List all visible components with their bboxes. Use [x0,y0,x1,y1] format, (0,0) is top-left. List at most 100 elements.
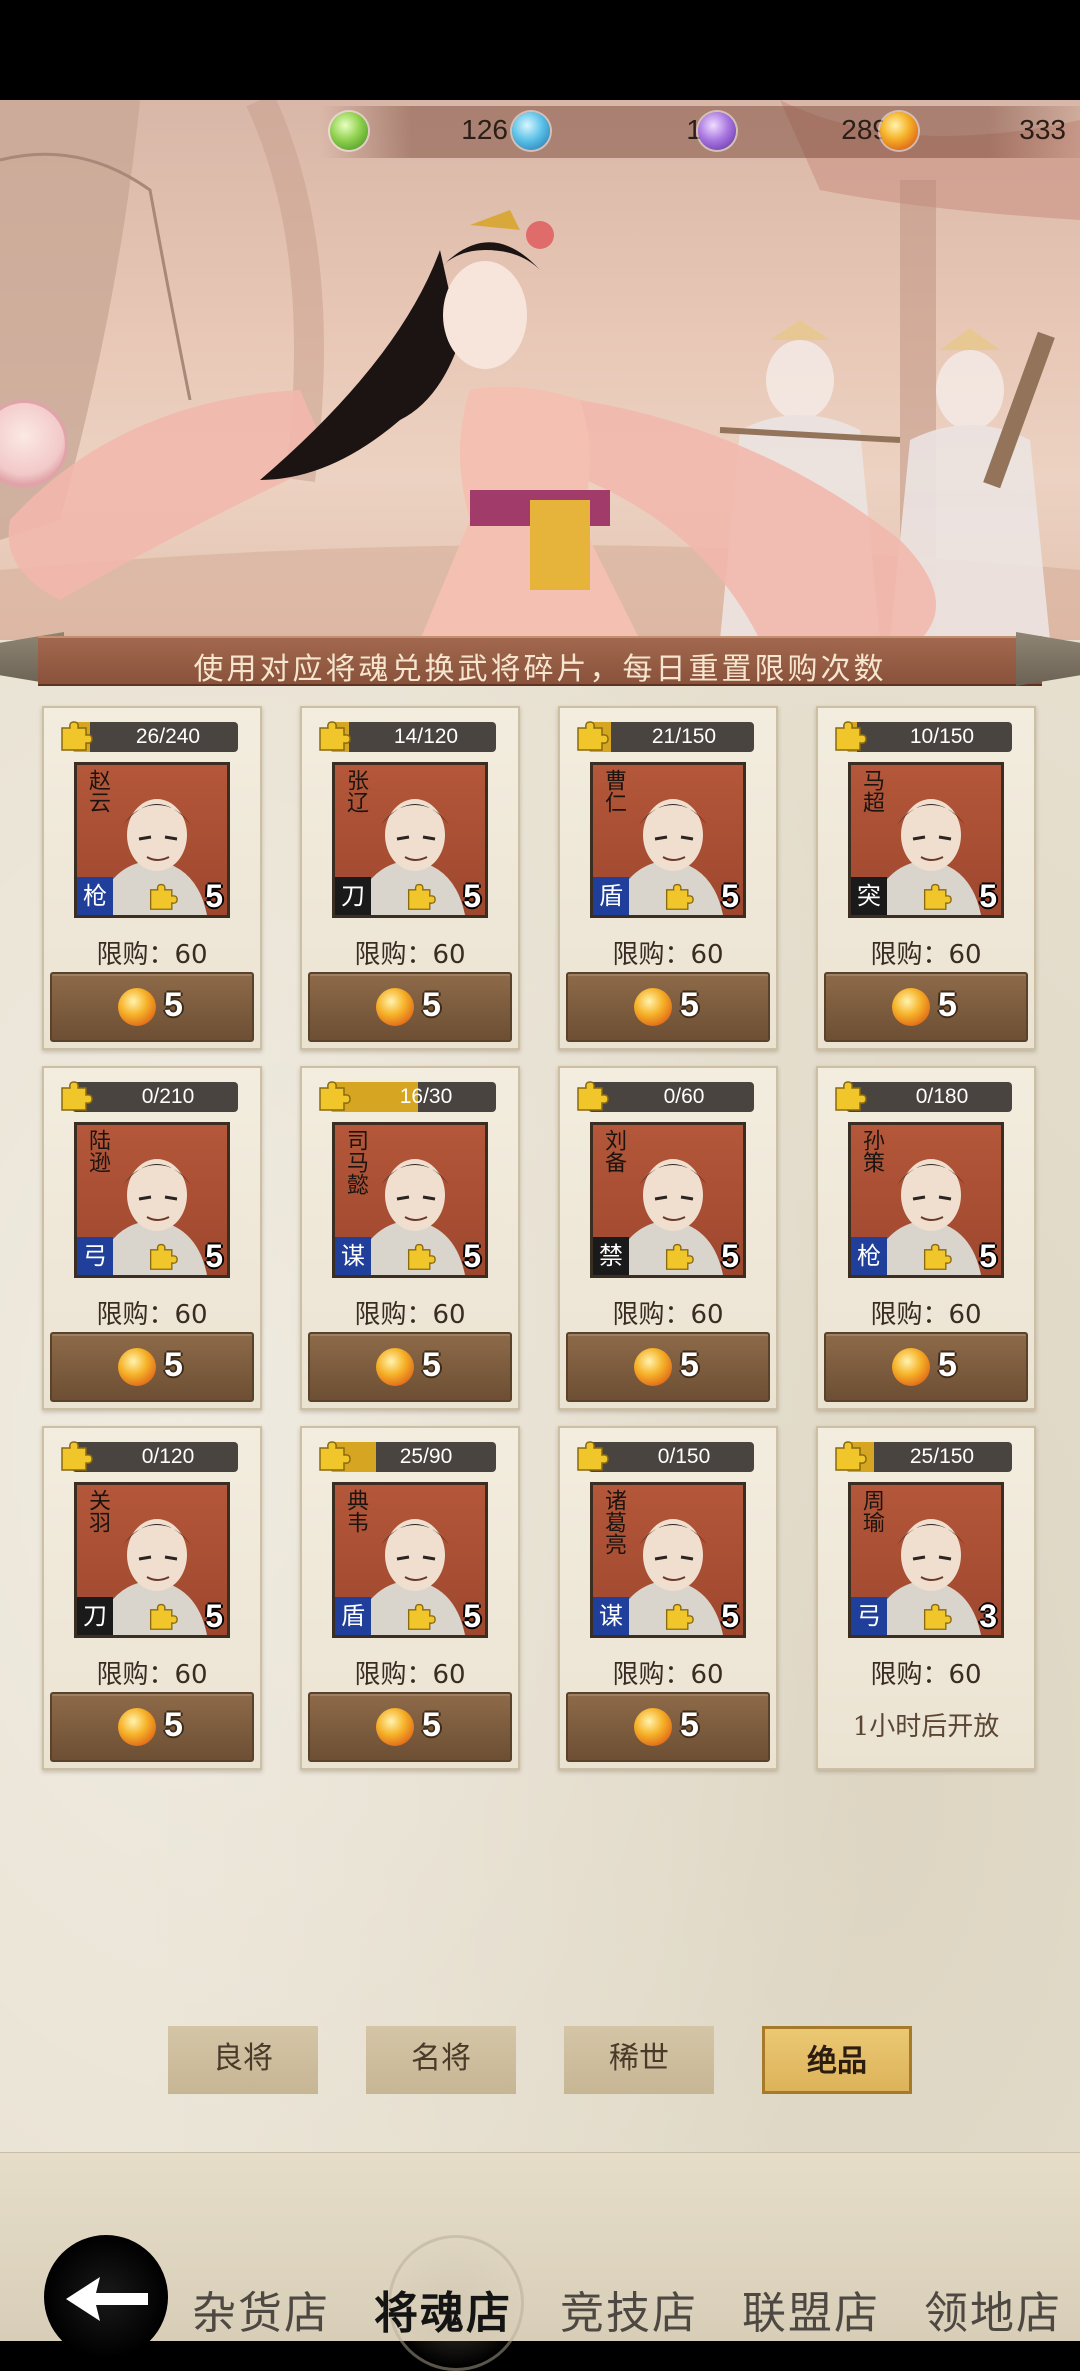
purchase-limit: 限购：60 [870,1300,982,1330]
hero-portrait[interactable]: 张辽刀 5 [332,762,488,918]
buy-button[interactable]: 5 [308,972,512,1042]
buy-button[interactable]: 5 [50,1692,254,1762]
puzzle-piece-icon [316,1438,352,1472]
nav-item-soul-shop[interactable]: 将魂店 [374,2277,512,2341]
orange-soul-orb-icon [376,1348,414,1386]
star-level: 5 [663,877,741,915]
hero-name: 刘备 [601,1129,626,1173]
buy-button[interactable]: 5 [50,972,254,1042]
hero-card[interactable]: 0/120 关羽刀 5 限购：60 5 [42,1426,262,1770]
star-level: 5 [147,1237,225,1275]
fragment-count: 25/150 [909,1445,975,1468]
hero-name: 曹仁 [601,769,626,813]
nav-item-alliance-shop[interactable]: 联盟店 [742,2277,880,2341]
hero-portrait[interactable]: 曹仁盾 5 [590,762,746,918]
buy-button[interactable]: 5 [308,1692,512,1762]
puzzle-piece-icon [316,1078,352,1112]
orange-soul-orb-icon [118,1348,156,1386]
fragment-count: 0/210 [141,1085,195,1108]
tier-tab-liangjiang[interactable]: 良将 [168,2026,318,2094]
puzzle-piece-icon [663,1241,695,1271]
buy-button[interactable]: 5 [566,1332,770,1402]
hero-portrait[interactable]: 司马懿谋 5 [332,1122,488,1278]
hero-card[interactable]: 10/150 马超突 5 限购：60 5 [816,706,1036,1050]
fragment-progress-bar: 25/90 [330,1442,496,1472]
orange-soul-orb-icon [634,1708,672,1746]
notice-strip: 使用对应将魂兑换武将碎片，每日重置限购次数 [0,632,1080,687]
star-level: 5 [405,1237,483,1275]
tier-tab-mingjiang[interactable]: 名将 [366,2026,516,2094]
fragment-progress-bar: 10/150 [846,722,1012,752]
fragment-progress-bar: 0/120 [72,1442,238,1472]
fragment-progress-bar: 16/30 [330,1082,496,1112]
hero-name: 马超 [859,769,884,813]
buy-button[interactable]: 5 [308,1332,512,1402]
hero-card[interactable]: 0/210 陆逊弓 5 限购：60 5 [42,1066,262,1410]
hero-card[interactable]: 0/60 刘备禁 5 限购：60 5 [558,1066,778,1410]
puzzle-piece-icon [921,881,953,911]
currency-purple-value: 289 [841,114,888,145]
hero-card[interactable]: 16/30 司马懿谋 5 限购：60 5 [300,1066,520,1410]
tier-tab-xishi[interactable]: 稀世 [564,2026,714,2094]
hero-card[interactable]: 21/150 曹仁盾 5 限购：60 5 [558,706,778,1050]
hero-card[interactable]: 25/150 周瑜弓 3 限购：60 1小时后开放 [816,1426,1036,1770]
orange-soul-orb-icon [892,988,930,1026]
fragment-progress-bar: 0/60 [588,1082,754,1112]
puzzle-piece-icon [58,718,94,752]
back-arrow-icon [66,2277,148,2321]
tier-tab-juepin[interactable]: 绝品 [762,2026,912,2094]
fragment-count: 16/30 [399,1085,453,1108]
buy-button[interactable]: 5 [50,1332,254,1402]
star-count: 5 [721,1598,739,1634]
price-value: 5 [680,986,699,1024]
hero-card[interactable]: 0/180 孙策枪 5 限购：60 5 [816,1066,1036,1410]
puzzle-piece-icon [574,1438,610,1472]
blue-soul-orb-icon [512,112,550,150]
fragment-count: 26/240 [135,725,201,748]
orange-soul-orb-icon [634,988,672,1026]
orange-soul-orb-icon [880,112,918,150]
orange-soul-orb-icon [376,1708,414,1746]
screen: 126 1 289 333 使用对应将魂兑换武将碎片，每日重置限购次数 26/2… [0,0,1080,2371]
nav-item-grocery[interactable]: 杂货店 [192,2277,330,2341]
fragment-count: 0/120 [141,1445,195,1468]
orange-soul-orb-icon [892,1348,930,1386]
hero-card[interactable]: 25/90 典韦盾 5 限购：60 5 [300,1426,520,1770]
buy-button[interactable]: 5 [824,972,1028,1042]
price-value: 5 [164,1346,183,1384]
hero-portrait[interactable]: 赵云枪 5 [74,762,230,918]
puzzle-piece-icon [58,1078,94,1112]
back-button[interactable] [44,2235,168,2359]
hero-portrait[interactable]: 关羽刀 5 [74,1482,230,1638]
puzzle-piece-icon [663,1601,695,1631]
hero-card[interactable]: 0/150 诸葛亮谋 5 限购：60 5 [558,1426,778,1770]
troop-type-badge: 盾 [335,1597,371,1635]
hero-portrait[interactable]: 典韦盾 5 [332,1482,488,1638]
buy-button[interactable]: 5 [566,972,770,1042]
puzzle-piece-icon [574,718,610,752]
star-level: 5 [147,1597,225,1635]
star-level: 5 [405,877,483,915]
hero-portrait[interactable]: 诸葛亮谋 5 [590,1482,746,1638]
buy-button[interactable]: 5 [566,1692,770,1762]
star-count: 5 [205,878,223,914]
star-level: 5 [147,877,225,915]
hero-portrait[interactable]: 刘备禁 5 [590,1122,746,1278]
hero-name: 诸葛亮 [601,1489,626,1555]
hero-card[interactable]: 14/120 张辽刀 5 限购：60 5 [300,706,520,1050]
star-level: 3 [921,1597,999,1635]
puzzle-piece-icon [58,1438,94,1472]
star-count: 5 [205,1598,223,1634]
nav-item-arena-shop[interactable]: 竞技店 [560,2277,698,2341]
hero-portrait[interactable]: 周瑜弓 3 [848,1482,1004,1638]
hero-portrait[interactable]: 陆逊弓 5 [74,1122,230,1278]
fragment-count: 10/150 [909,725,975,748]
buy-button[interactable]: 5 [824,1332,1028,1402]
hero-portrait[interactable]: 马超突 5 [848,762,1004,918]
fragment-progress-bar: 26/240 [72,722,238,752]
currency-orange: 333 [880,106,1080,158]
purchase-limit: 限购：60 [612,940,724,970]
hero-card[interactable]: 26/240 赵云枪 5 限购：60 5 [42,706,262,1050]
hero-portrait[interactable]: 孙策枪 5 [848,1122,1004,1278]
nav-item-territory-shop[interactable]: 领地店 [924,2277,1062,2341]
